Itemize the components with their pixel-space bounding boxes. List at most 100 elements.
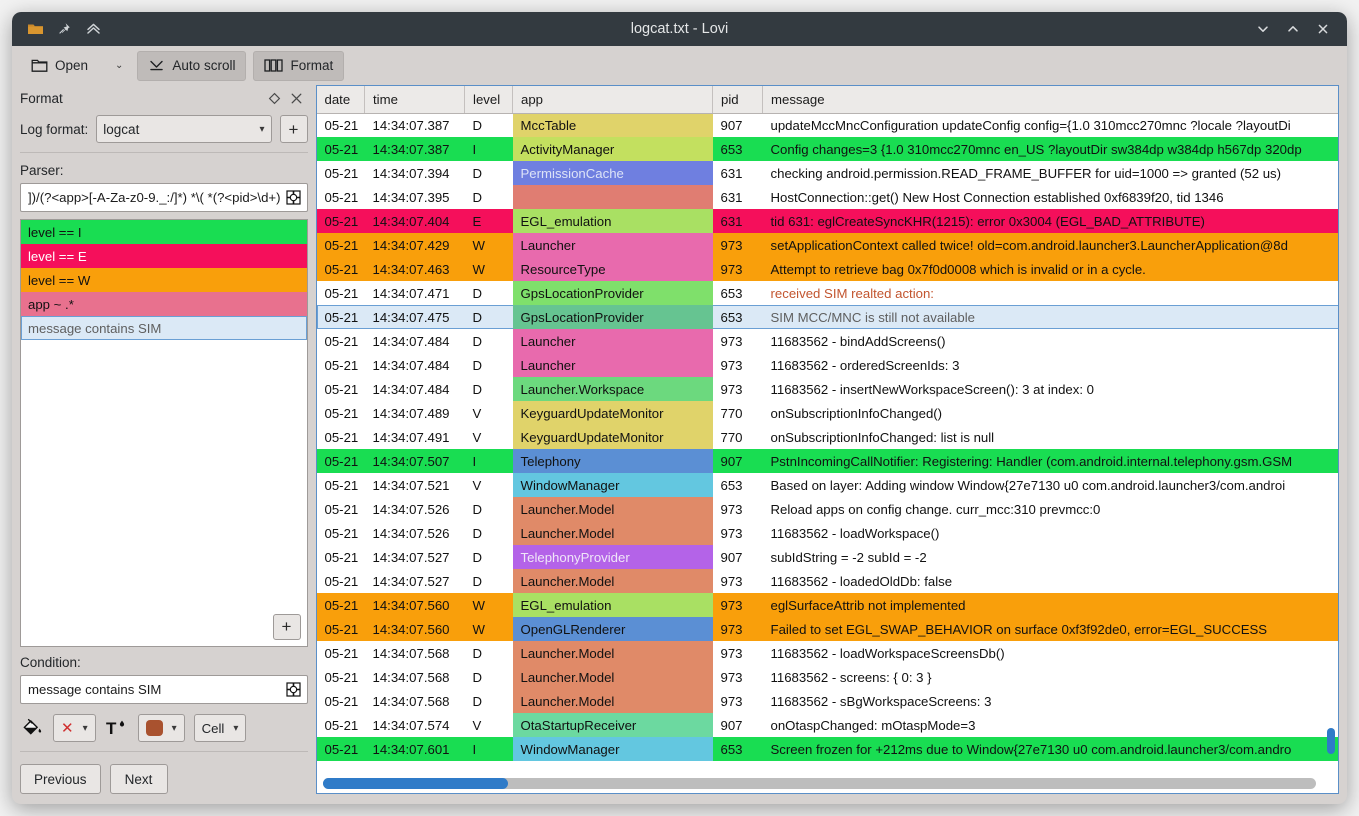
vertical-scrollbar-thumb[interactable]: [1327, 728, 1335, 754]
table-row[interactable]: 05-21 14:34:07.527 D Launcher.Model 973 11683…: [316, 569, 1338, 593]
cell-time: 14:34:07.463: [372, 261, 450, 277]
minimize-button[interactable]: [1255, 21, 1271, 37]
auto-scroll-button[interactable]: Auto scroll: [137, 50, 247, 81]
next-button[interactable]: Next: [109, 764, 168, 794]
table-row[interactable]: 05-21 14:34:07.387 I ActivityManager 653 Conf…: [316, 137, 1338, 161]
pattern-icon[interactable]: [285, 189, 302, 206]
background-color-select[interactable]: ✕ ▾: [53, 714, 96, 742]
cell-level: D: [472, 525, 483, 541]
table-row[interactable]: 05-21 14:34:07.429 W Launcher 973 setApplicat…: [316, 233, 1338, 257]
cell-time: 14:34:07.521: [372, 477, 450, 493]
table-row[interactable]: 05-21 14:34:07.568 D Launcher.Model 973 11683…: [316, 689, 1338, 713]
cell-time: 14:34:07.387: [372, 141, 450, 157]
collapse-icon[interactable]: [84, 20, 102, 38]
cell-time: 14:34:07.560: [372, 621, 450, 637]
condition-input[interactable]: message contains SIM: [20, 675, 308, 704]
horizontal-scrollbar[interactable]: [322, 778, 1316, 789]
cell-time: 14:34:07.527: [372, 549, 450, 565]
column-header-pid[interactable]: pid: [712, 86, 764, 114]
table-row[interactable]: 05-21 14:34:07.601 I WindowManager 653 Screen…: [316, 737, 1338, 761]
pattern-icon[interactable]: [285, 681, 302, 698]
cell-pid: 631: [720, 165, 743, 181]
text-color-select[interactable]: ▾: [137, 714, 185, 742]
table-row[interactable]: 05-21 14:34:07.404 E EGL_emulation 631 tid 63…: [316, 209, 1338, 233]
horizontal-scrollbar-thumb[interactable]: [322, 778, 508, 789]
table-row[interactable]: 05-21 14:34:07.560 W OpenGLRenderer 973 Faile…: [316, 617, 1338, 641]
table-row[interactable]: 05-21 14:34:07.395 D 631 HostConnection::get…: [316, 185, 1338, 209]
list-item[interactable]: level == W: [21, 268, 307, 292]
parser-input[interactable]: ])/(?<app>[-A-Za-z0-9._:/]*) *\( *(?<pid…: [20, 183, 308, 212]
table-row[interactable]: 05-21 14:34:07.489 V KeyguardUpdateMonitor 7…: [316, 401, 1338, 425]
table-row[interactable]: 05-21 14:34:07.507 I Telephony 907 PstnIncomi…: [316, 449, 1338, 473]
cell-message: tid 631: eglCreateSyncKHR(1215): error 0…: [770, 213, 1205, 229]
table-row[interactable]: 05-21 14:34:07.526 D Launcher.Model 973 Reloa…: [316, 497, 1338, 521]
table-row[interactable]: 05-21 14:34:07.521 V WindowManager 653 Based …: [316, 473, 1338, 497]
paint-bucket-icon[interactable]: [20, 717, 44, 739]
folder-icon[interactable]: [26, 20, 44, 38]
scope-select[interactable]: Cell ▾: [193, 714, 247, 742]
column-header-level[interactable]: level: [464, 86, 514, 114]
table-row[interactable]: 05-21 14:34:07.387 D MccTable 907 updateMccMn…: [316, 113, 1338, 137]
rule-label: level == W: [28, 272, 91, 288]
cell-pid: 973: [720, 669, 743, 685]
column-header-date[interactable]: date: [316, 86, 366, 114]
column-header-time[interactable]: time: [364, 86, 466, 114]
format-button[interactable]: Format: [253, 50, 345, 81]
float-icon[interactable]: [264, 88, 286, 108]
table-row[interactable]: 05-21 14:34:07.526 D Launcher.Model 973 11683…: [316, 521, 1338, 545]
window-controls: [1255, 21, 1347, 37]
cell-app: Launcher.Model: [512, 497, 713, 521]
list-item[interactable]: app ~ .*: [21, 292, 307, 316]
log-table-container[interactable]: date time level app pid message 05-21 14:…: [315, 85, 1339, 794]
close-icon[interactable]: [286, 88, 308, 108]
close-button[interactable]: [1315, 21, 1331, 37]
table-row[interactable]: 05-21 14:34:07.527 D TelephonyProvider 907 su…: [316, 545, 1338, 569]
cell-date: 05-21: [324, 309, 359, 325]
cell-level: D: [472, 573, 483, 589]
columns-icon: [264, 58, 284, 73]
table-row[interactable]: 05-21 14:34:07.394 D PermissionCache 631 chec…: [316, 161, 1338, 185]
table-row[interactable]: 05-21 14:34:07.463 W ResourceType 973 Attempt…: [316, 257, 1338, 281]
table-row[interactable]: 05-21 14:34:07.484 D Launcher.Workspace 973 1…: [316, 377, 1338, 401]
log-format-select[interactable]: logcat ▾: [96, 115, 272, 143]
add-rule-button[interactable]: +: [272, 614, 301, 640]
pin-icon[interactable]: [55, 20, 73, 38]
scope-value: Cell: [201, 720, 225, 736]
table-row[interactable]: 05-21 14:34:07.568 D Launcher.Model 973 11683…: [316, 665, 1338, 689]
cell-pid: 770: [720, 429, 743, 445]
vertical-scrollbar[interactable]: [1324, 116, 1335, 773]
list-item[interactable]: level == E: [21, 244, 307, 268]
maximize-button[interactable]: [1285, 21, 1301, 37]
table-row[interactable]: 05-21 14:34:07.560 W EGL_emulation 973 eglSur…: [316, 593, 1338, 617]
list-item[interactable]: message contains SIM: [21, 316, 307, 340]
cell-pid: 973: [720, 357, 743, 373]
cell-pid: 973: [720, 621, 743, 637]
cell-level: D: [472, 549, 483, 565]
column-header-app[interactable]: app: [512, 86, 714, 114]
cell-date: 05-21: [324, 693, 359, 709]
table-row[interactable]: 05-21 14:34:07.491 V KeyguardUpdateMonitor 7…: [316, 425, 1338, 449]
log-table-body: 05-21 14:34:07.387 D MccTable 907 updateMccMn…: [316, 113, 1338, 761]
table-row[interactable]: 05-21 14:34:07.484 D Launcher 973 11683562 - …: [316, 329, 1338, 353]
cell-app: Launcher.Workspace: [512, 377, 713, 401]
cell-time: 14:34:07.484: [372, 381, 450, 397]
open-button[interactable]: Open: [20, 51, 99, 81]
cell-time: 14:34:07.560: [372, 597, 450, 613]
table-row[interactable]: 05-21 14:34:07.471 D GpsLocationProvider 653…: [316, 281, 1338, 305]
table-row[interactable]: 05-21 14:34:07.475 D GpsLocationProvider 653…: [316, 305, 1338, 329]
rule-list[interactable]: level == I level == E level == W app ~ .…: [20, 219, 308, 647]
table-row[interactable]: 05-21 14:34:07.574 V OtaStartupReceiver 907 o…: [316, 713, 1338, 737]
application-window: logcat.txt - Lovi Open ⌄ Auto scroll For…: [12, 12, 1347, 804]
cell-time: 14:34:07.484: [372, 333, 450, 349]
list-item[interactable]: level == I: [21, 220, 307, 244]
cell-message: onSubscriptionInfoChanged: list is null: [770, 429, 995, 445]
previous-button[interactable]: Previous: [20, 764, 101, 794]
cell-date: 05-21: [324, 549, 359, 565]
table-row[interactable]: 05-21 14:34:07.484 D Launcher 973 11683562 - …: [316, 353, 1338, 377]
table-row[interactable]: 05-21 14:34:07.568 D Launcher.Model 973 11683…: [316, 641, 1338, 665]
cell-pid: 973: [720, 597, 743, 613]
column-header-message[interactable]: message: [762, 86, 1338, 114]
open-dropdown-button[interactable]: ⌄: [106, 51, 130, 81]
text-color-icon[interactable]: T: [105, 717, 129, 739]
add-log-format-button[interactable]: +: [279, 115, 308, 143]
